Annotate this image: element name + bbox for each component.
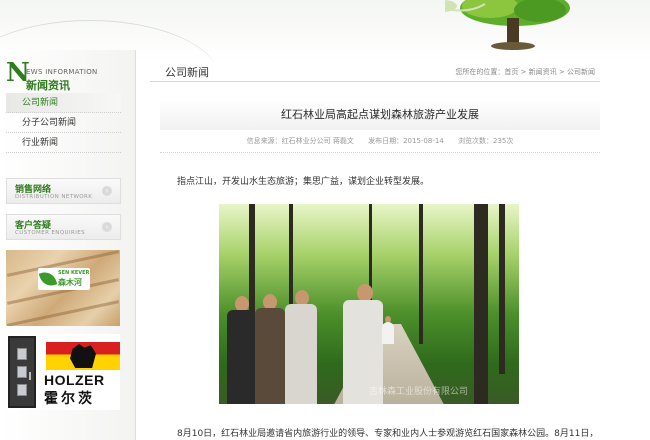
holzer-brand-cn: 霍尔茨 xyxy=(44,391,95,407)
door-pane xyxy=(17,366,27,378)
breadcrumb-sep: > xyxy=(556,68,567,76)
holzer-brand-en: HOLZER xyxy=(44,372,105,388)
article-photo: 吉林森工业股份有限公司 xyxy=(219,204,519,404)
tree-trunk xyxy=(499,204,505,374)
leaf-icon xyxy=(38,269,58,289)
content-header: 公司新闻 您所在的位置：首页 > 新闻资讯 > 公司新闻 xyxy=(150,58,600,82)
brand-logo: SEN KEVER 森木河 xyxy=(38,268,90,290)
sales-network-button[interactable]: 销售网络 DISTRIBUTION NETWORK › xyxy=(6,178,121,204)
person-body xyxy=(285,304,317,404)
breadcrumb: 您所在的位置：首页 > 新闻资讯 > 公司新闻 xyxy=(455,67,595,77)
meta-views: 浏览次数：235次 xyxy=(458,137,514,145)
breadcrumb-company-news[interactable]: 公司新闻 xyxy=(567,68,595,76)
photo-watermark: 吉林森工业股份有限公司 xyxy=(369,387,469,397)
door-pane xyxy=(17,348,27,360)
page-title: 公司新闻 xyxy=(165,66,209,79)
sidebar-item-subsidiary-news[interactable]: 分子公司新闻 xyxy=(6,113,121,133)
sidebar-menu: 公司新闻 分子公司新闻 行业新闻 xyxy=(6,93,121,153)
bear-icon xyxy=(70,344,96,368)
customer-enquiries-label-en: CUSTOMER ENQUIRIES xyxy=(15,230,86,236)
sidebar-item-industry-news[interactable]: 行业新闻 xyxy=(6,133,121,153)
breadcrumb-sep: > xyxy=(518,68,529,76)
customer-enquiries-button[interactable]: 客户答疑 CUSTOMER ENQUIRIES › xyxy=(6,214,121,240)
ad-banner-wood[interactable]: SEN KEVER 森木河 xyxy=(6,250,120,326)
article-title-bar: 红石林业局高起点谋划森林旅游产业发展 xyxy=(160,100,600,130)
sales-network-label-en: DISTRIBUTION NETWORK xyxy=(15,194,93,200)
brand-name-cn: 森木河 xyxy=(58,278,82,287)
tree-illustration xyxy=(445,0,570,50)
arrow-right-icon: › xyxy=(102,222,112,232)
article-lead: 指点江山，开发山水生态旅游；集思广益，谋划企业转型发展。 xyxy=(177,177,430,187)
wood-plank xyxy=(6,300,120,326)
door-image xyxy=(8,336,36,408)
breadcrumb-home[interactable]: 首页 xyxy=(504,68,518,76)
ad-banner-holzer[interactable]: HOLZER 霍尔茨 xyxy=(6,334,120,410)
divider xyxy=(160,152,600,153)
breadcrumb-prefix: 您所在的位置： xyxy=(455,68,505,76)
door-handle xyxy=(29,372,31,380)
brand-name-en: SEN KEVER xyxy=(58,270,90,276)
article-title: 红石林业局高起点谋划森林旅游产业发展 xyxy=(281,108,479,121)
breadcrumb-news[interactable]: 新闻资讯 xyxy=(529,68,557,76)
sidebar-section-title: N EWS INFORMATION 新闻资讯 xyxy=(6,58,134,92)
door-pane xyxy=(17,384,27,396)
sidebar-item-company-news[interactable]: 公司新闻 xyxy=(6,93,121,113)
person-body xyxy=(382,322,394,344)
person-body xyxy=(227,310,255,404)
arrow-right-icon: › xyxy=(102,186,112,196)
article-meta: 信息来源：红石林业分公司 蒋磊文 发布日期：2015-08-14 浏览次数：23… xyxy=(160,136,600,146)
meta-date: 发布日期：2015-08-14 xyxy=(368,137,444,145)
person-body xyxy=(255,308,285,404)
holzer-logo xyxy=(46,342,120,370)
meta-source: 信息来源：红石林业分公司 蒋磊文 xyxy=(246,137,354,145)
tree-trunk xyxy=(474,204,488,404)
section-title-en: EWS INFORMATION xyxy=(26,68,98,76)
tree-trunk xyxy=(419,204,423,344)
article-paragraph: 8月10日，红石林业局邀请省内旅游行业的领导、专家和业内人士参观游览红石国家森林… xyxy=(177,429,599,439)
section-title-cn: 新闻资讯 xyxy=(26,79,70,92)
